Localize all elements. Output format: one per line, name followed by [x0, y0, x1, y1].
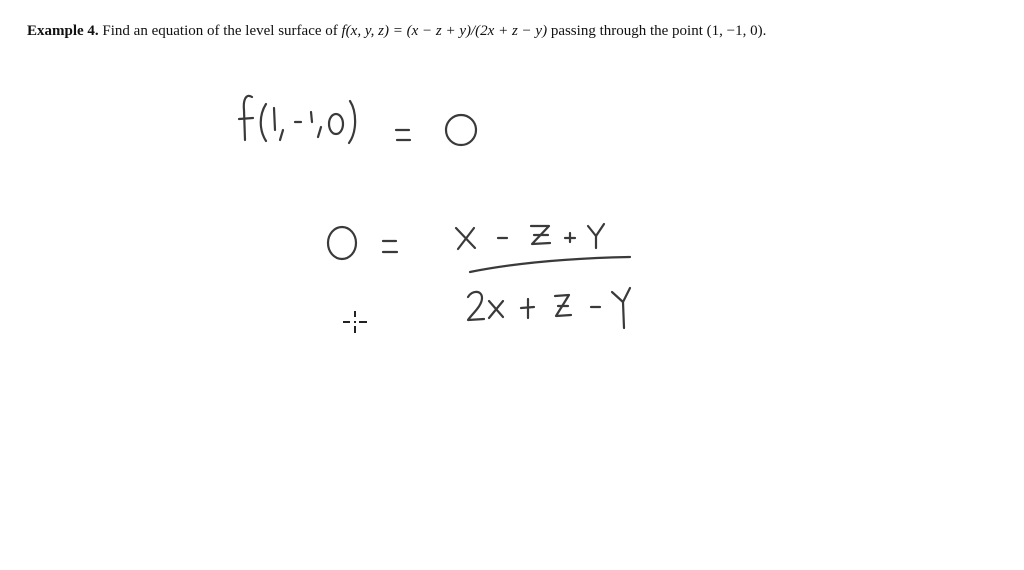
- handwriting-denominator: 2x + z - y: [466, 286, 632, 330]
- fraction-bar: [468, 255, 632, 274]
- hw-one: [309, 110, 314, 124]
- crosshair-cursor-icon: [343, 311, 367, 333]
- hw-paren-open: [259, 102, 268, 143]
- handwriting-line1: f(1,-1,0) = 0: [237, 94, 478, 147]
- hw-zero: [327, 112, 345, 136]
- handwriting-numerator: x - z + y: [454, 222, 606, 251]
- hw-y: [586, 222, 606, 238]
- handwriting-line2: [326, 225, 399, 261]
- hw-zero: [326, 225, 358, 261]
- hw-y: [610, 286, 632, 304]
- hw-zero: [444, 113, 478, 147]
- hw-two: [466, 290, 486, 322]
- handwritten-work: f(1,-1,0) = 0 x - z + y 2x + z - y: [237, 94, 632, 330]
- hw-one: [272, 106, 277, 132]
- hw-paren-close: [347, 99, 357, 145]
